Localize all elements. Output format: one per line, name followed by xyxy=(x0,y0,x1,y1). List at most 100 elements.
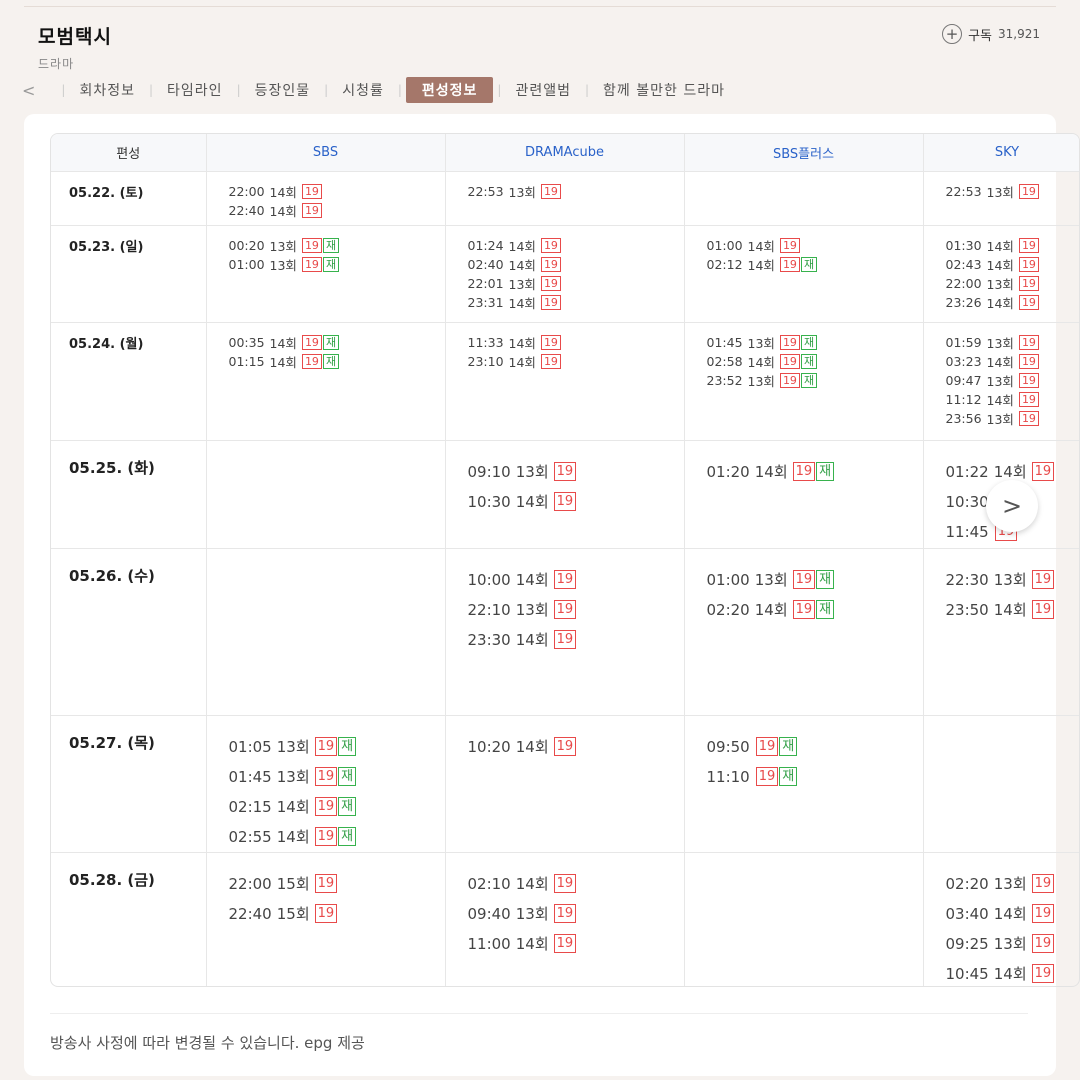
rating-19-badge: 19 xyxy=(779,237,800,253)
airing-time: 09:50 xyxy=(706,737,750,756)
airing-time: 11:33 xyxy=(467,334,504,350)
airing-time: 22:53 xyxy=(945,183,982,199)
airing-slot: 02:10 14회 19 xyxy=(468,869,684,899)
airing-time: 02:15 xyxy=(228,797,272,816)
episode-number: 14회 xyxy=(508,335,536,351)
date-column-header: 편성 xyxy=(51,134,207,172)
episode-number: 13회 xyxy=(515,905,549,923)
airing-time: 11:00 xyxy=(467,934,511,953)
airing-time: 03:23 xyxy=(945,353,982,369)
airing-time: 22:40 xyxy=(228,202,265,218)
airing-time: 09:10 xyxy=(467,462,511,481)
airing-slot: 03:40 14회 19 xyxy=(946,899,1080,929)
rating-19-badge: 19 xyxy=(314,904,338,923)
episode-number: 13회 xyxy=(754,571,788,589)
schedule-table-wrapper[interactable]: 편성 SBS DRAMAcube SBS플러스 SKY 05.22. (토) 22:00 1… xyxy=(50,133,1080,987)
airing-slot: 23:26 14회 19 xyxy=(946,293,1080,312)
tab-0[interactable]: 회차정보 xyxy=(69,80,145,100)
rating-19-badge: 19 xyxy=(1018,275,1039,291)
scroll-next-button[interactable]: > xyxy=(986,480,1038,532)
airing-slot: 22:00 13회 19 xyxy=(946,274,1080,293)
airing-time: 00:35 xyxy=(228,334,265,350)
schedule-cell xyxy=(684,171,924,226)
schedule-cell xyxy=(684,852,924,986)
episode-number: 14회 xyxy=(269,203,297,219)
schedule-cell: 22:00 14회 19 22:40 14회 19 xyxy=(206,171,446,226)
rating-19-badge: 19 xyxy=(314,767,338,786)
airing-time: 01:59 xyxy=(945,334,982,350)
rating-19-badge: 19 xyxy=(301,237,322,253)
schedule-cell: 00:35 14회 19 재 01:15 14회 19 재 xyxy=(206,322,446,441)
episode-number: 14회 xyxy=(276,828,310,846)
date-cell: 05.27. (목) xyxy=(51,715,207,853)
airing-time: 10:30 xyxy=(945,492,989,511)
airing-slot: 22:00 14회 19 xyxy=(229,182,445,201)
date-cell: 05.22. (토) xyxy=(51,171,207,226)
rating-19-badge: 19 xyxy=(779,256,800,272)
rating-19-badge: 19 xyxy=(301,202,322,218)
schedule-cell: 11:33 14회 19 23:10 14회 19 xyxy=(445,322,685,441)
episode-number: 13회 xyxy=(508,184,536,200)
airing-slot: 02:58 14회 19 재 xyxy=(707,352,923,371)
rating-19-badge: 19 xyxy=(301,183,322,199)
airing-slot: 09:47 13회 19 xyxy=(946,371,1080,390)
rating-19-badge: 19 xyxy=(1031,904,1055,923)
airing-time: 01:22 xyxy=(945,462,989,481)
airing-slot: 02:43 14회 19 xyxy=(946,255,1080,274)
airing-slot: 09:40 13회 19 xyxy=(468,899,684,929)
airing-time: 01:45 xyxy=(706,334,743,350)
airing-time: 23:31 xyxy=(467,294,504,310)
tab-separator: | xyxy=(584,83,590,97)
channel-header-3[interactable]: SKY xyxy=(923,134,1079,172)
airing-slot: 01:05 13회 19 재 xyxy=(229,732,445,762)
episode-number: 13회 xyxy=(993,875,1027,893)
rating-19-badge: 19 xyxy=(553,492,577,511)
schedule-cell: 01:30 14회 19 02:43 14회 19 22:00 13회 19 23:26 14회 19 xyxy=(923,225,1080,323)
airing-time: 22:53 xyxy=(467,183,504,199)
tab-5[interactable]: 관련앨범 xyxy=(505,80,581,100)
airing-slot: 00:20 13회 19 재 xyxy=(229,236,445,255)
tab-6[interactable]: 함께 볼만한 드라마 xyxy=(593,80,735,100)
episode-number: 14회 xyxy=(515,935,549,953)
airing-slot: 01:59 13회 19 xyxy=(946,333,1080,352)
date-cell: 05.25. (화) xyxy=(51,440,207,549)
subscribe-button[interactable]: + 구독 31,921 xyxy=(942,24,1040,44)
rating-19-badge: 19 xyxy=(779,372,800,388)
airing-time: 02:20 xyxy=(945,874,989,893)
airing-time: 10:30 xyxy=(467,492,511,511)
rating-19-badge: 19 xyxy=(1018,183,1039,199)
episode-number: 14회 xyxy=(515,493,549,511)
schedule-cell: 22:53 13회 19 xyxy=(923,171,1079,226)
airing-slot: 11:00 14회 19 xyxy=(468,929,684,959)
rerun-badge: 재 xyxy=(800,353,818,369)
airing-time: 09:25 xyxy=(945,934,989,953)
tab-1[interactable]: 타임라인 xyxy=(157,80,233,100)
airing-slot: 23:52 13회 19 재 xyxy=(707,371,923,390)
tabs-prev-icon[interactable]: < xyxy=(22,81,35,100)
airing-time: 11:10 xyxy=(706,767,750,786)
episode-number: 14회 xyxy=(515,571,549,589)
rating-19-badge: 19 xyxy=(1031,934,1055,953)
airing-time: 01:15 xyxy=(228,353,265,369)
episode-number: 13회 xyxy=(986,373,1014,389)
episode-number: 13회 xyxy=(508,276,536,292)
episode-number: 13회 xyxy=(269,238,297,254)
airing-time: 23:50 xyxy=(945,600,989,619)
channel-header-0[interactable]: SBS xyxy=(206,134,446,172)
tab-2[interactable]: 등장인물 xyxy=(245,80,321,100)
episode-number: 14회 xyxy=(269,354,297,370)
episode-number: 14회 xyxy=(747,354,775,370)
tab-4[interactable]: 편성정보 xyxy=(405,77,494,103)
table-row: 05.22. (토) 22:00 14회 19 22:40 14회 19 22:53 13회 19… xyxy=(51,171,1079,226)
tab-3[interactable]: 시청률 xyxy=(332,80,394,100)
rating-19-badge: 19 xyxy=(792,570,816,589)
channel-header-1[interactable]: DRAMAcube xyxy=(445,134,685,172)
episode-number: 13회 xyxy=(986,335,1014,351)
channel-header-2[interactable]: SBS플러스 xyxy=(684,134,924,172)
episode-number: 14회 xyxy=(986,295,1014,311)
episode-number: 14회 xyxy=(508,257,536,273)
airing-time: 22:00 xyxy=(945,275,982,291)
rating-19-badge: 19 xyxy=(553,934,577,953)
airing-time: 22:10 xyxy=(467,600,511,619)
airing-slot: 23:10 14회 19 xyxy=(468,352,684,371)
